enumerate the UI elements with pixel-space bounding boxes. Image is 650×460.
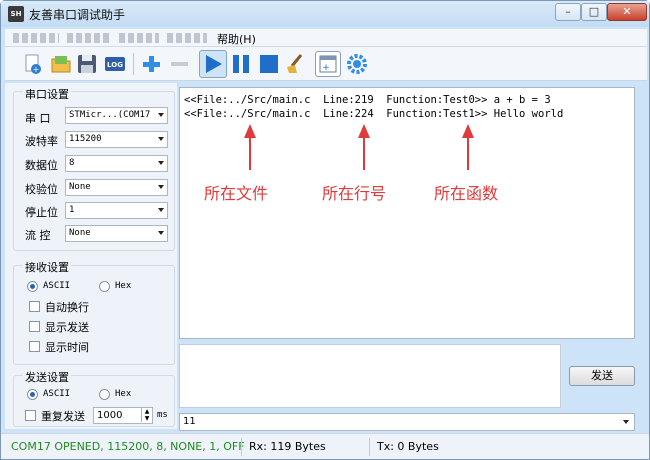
- settings-panel: 串口设置 串 口 STMicr...(COM17 波特率 115200 数据位 …: [5, 83, 177, 429]
- send-hex-label: Hex: [115, 389, 132, 399]
- show-send-label: 显示发送: [45, 321, 89, 334]
- function-arrow-shaft: [467, 136, 469, 170]
- stop-bits-label: 停止位: [25, 206, 58, 219]
- title-bar[interactable]: SH 友善串口调试助手 – □ ✕: [1, 1, 649, 27]
- status-divider: [241, 438, 242, 456]
- add-icon[interactable]: [139, 52, 163, 76]
- data-bits-label: 数据位: [25, 159, 58, 172]
- parity-select[interactable]: None: [65, 179, 168, 196]
- play-icon[interactable]: [199, 50, 227, 78]
- port-select[interactable]: STMicr...(COM17: [65, 107, 168, 124]
- flow-select[interactable]: None: [65, 225, 168, 242]
- spin-up-icon[interactable]: ▲: [141, 408, 152, 415]
- baud-select[interactable]: 115200: [65, 131, 168, 148]
- svg-text:+: +: [33, 65, 40, 74]
- line-arrow-shaft: [363, 136, 365, 170]
- auto-wrap-label: 自动换行: [45, 301, 89, 314]
- menu-bar: 帮助(H): [5, 29, 647, 47]
- stop-bits-select[interactable]: 1: [65, 202, 168, 219]
- minimize-button[interactable]: –: [555, 3, 581, 21]
- receive-ascii-label: ASCII: [43, 281, 71, 291]
- baud-label: 波特率: [25, 135, 58, 148]
- status-divider: [369, 438, 370, 456]
- receive-hex-label: Hex: [115, 281, 132, 291]
- app-icon: SH: [8, 6, 24, 22]
- tx-count: Tx: 0 Bytes: [377, 440, 439, 453]
- window-icon[interactable]: +: [315, 51, 341, 77]
- new-icon[interactable]: +: [21, 52, 45, 76]
- port-status: COM17 OPENED, 115200, 8, NONE, 1, OFF: [11, 440, 245, 453]
- remove-icon[interactable]: [167, 52, 191, 76]
- receive-ascii-radio[interactable]: [27, 281, 38, 292]
- pause-icon[interactable]: [229, 52, 253, 76]
- receive-line-1: <<File:../Src/main.c Line:219 Function:T…: [184, 94, 551, 106]
- receive-settings-title: 接收设置: [23, 259, 71, 275]
- receive-hex-radio[interactable]: [99, 281, 110, 292]
- send-ascii-label: ASCII: [43, 389, 71, 399]
- menu-item-2[interactable]: [67, 33, 111, 43]
- spin-down-icon[interactable]: ▼: [141, 415, 152, 422]
- send-ascii-radio[interactable]: [27, 389, 38, 400]
- save-icon[interactable]: [75, 52, 99, 76]
- send-button[interactable]: 发送: [569, 366, 635, 386]
- send-history-select[interactable]: 11: [179, 413, 635, 431]
- interval-input[interactable]: 1000 ▲ ▼: [93, 407, 153, 424]
- repeat-send-label: 重复发送: [41, 410, 85, 423]
- menu-help[interactable]: 帮助(H): [217, 31, 256, 47]
- interval-unit: ms: [157, 410, 168, 420]
- serial-settings-title: 串口设置: [23, 86, 71, 102]
- stop-icon[interactable]: [257, 52, 281, 76]
- send-settings-title: 发送设置: [23, 369, 71, 385]
- file-annotation: 所在文件: [204, 184, 269, 203]
- svg-text:LOG: LOG: [107, 61, 123, 69]
- send-hex-radio[interactable]: [99, 389, 110, 400]
- file-arrow-shaft: [249, 136, 251, 170]
- status-bar: COM17 OPENED, 115200, 8, NONE, 1, OFF Rx…: [1, 433, 649, 459]
- settings-icon[interactable]: [345, 52, 369, 76]
- parity-label: 校验位: [25, 183, 58, 196]
- receive-line-2: <<File:../Src/main.c Line:224 Function:T…: [184, 108, 564, 120]
- function-annotation: 所在函数: [434, 184, 499, 203]
- toolbar: + LOG +: [5, 47, 647, 81]
- repeat-send-checkbox[interactable]: [25, 410, 36, 421]
- show-time-label: 显示时间: [45, 341, 89, 354]
- line-annotation: 所在行号: [322, 184, 387, 203]
- open-icon[interactable]: [49, 52, 73, 76]
- toolbar-separator: [133, 53, 134, 75]
- rx-count: Rx: 119 Bytes: [249, 440, 326, 453]
- menu-item-3[interactable]: [119, 33, 159, 43]
- data-bits-select[interactable]: 8: [65, 155, 168, 172]
- send-input[interactable]: [179, 344, 561, 408]
- menu-item-1[interactable]: [13, 33, 59, 43]
- show-time-checkbox[interactable]: [29, 341, 40, 352]
- show-send-checkbox[interactable]: [29, 321, 40, 332]
- window-title: 友善串口调试助手: [29, 8, 126, 22]
- svg-text:+: +: [322, 63, 330, 73]
- menu-item-4[interactable]: [167, 33, 207, 43]
- receive-area[interactable]: <<File:../Src/main.c Line:219 Function:T…: [179, 87, 635, 339]
- auto-wrap-checkbox[interactable]: [29, 301, 40, 312]
- close-button[interactable]: ✕: [607, 3, 647, 21]
- clear-icon[interactable]: [283, 52, 307, 76]
- app-window: SH 友善串口调试助手 – □ ✕ 帮助(H) + LOG + 串口设置 串 口…: [0, 0, 650, 460]
- log-icon[interactable]: LOG: [103, 52, 127, 76]
- flow-label: 流 控: [25, 229, 51, 242]
- port-label: 串 口: [25, 112, 51, 125]
- maximize-button[interactable]: □: [581, 3, 607, 21]
